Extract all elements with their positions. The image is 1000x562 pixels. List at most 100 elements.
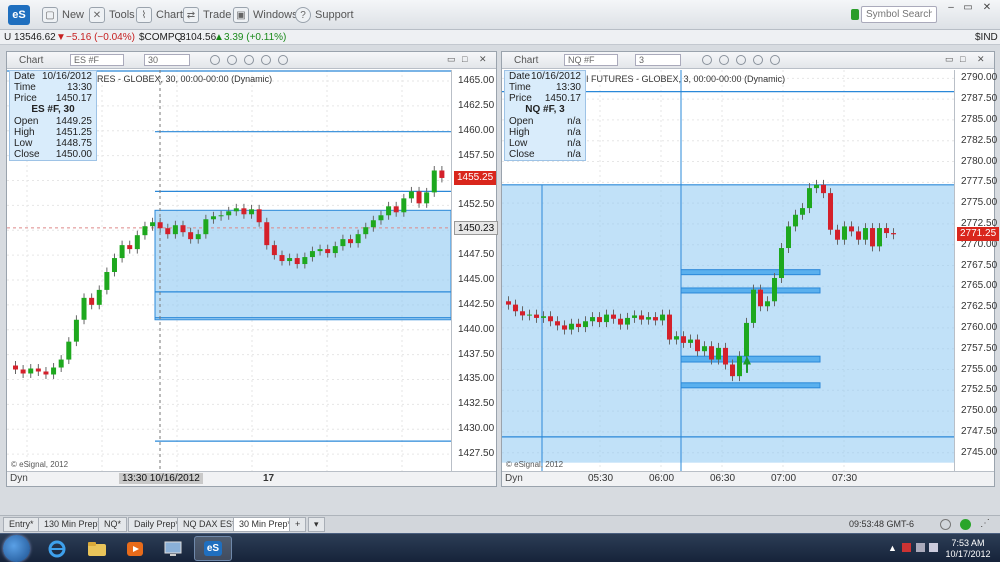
time-tick-label: 05:30: [588, 473, 614, 484]
last-price-label: 2771.25: [957, 227, 1000, 242]
maximize-chart-icon[interactable]: □: [960, 54, 965, 64]
candlestick: [127, 245, 133, 250]
internet-explorer-icon[interactable]: [38, 536, 76, 561]
zoom-icon[interactable]: [261, 55, 271, 65]
candlestick: [241, 208, 247, 215]
zoom-icon[interactable]: [753, 55, 763, 65]
price-tick-label: 1447.50: [458, 249, 495, 261]
start-button[interactable]: [3, 535, 30, 562]
network-app-icon[interactable]: [154, 536, 192, 561]
settings-icon[interactable]: [940, 519, 951, 530]
candlestick: [35, 368, 41, 372]
price-tick-label: 1435.00: [458, 373, 495, 385]
file-explorer-icon[interactable]: [78, 536, 116, 561]
price-tick-label: 2757.50: [961, 342, 998, 354]
pencil-icon[interactable]: [702, 55, 712, 65]
left-symbol-field[interactable]: ES #F: [70, 54, 124, 66]
link-icon[interactable]: [770, 55, 780, 65]
left-interval-field[interactable]: 30: [144, 54, 190, 66]
price-tick-label: 2775.00: [961, 197, 998, 209]
support-button[interactable]: ? Support: [295, 6, 354, 24]
left-dyn-label[interactable]: Dyn: [10, 473, 28, 484]
tray-flag-icon[interactable]: [902, 543, 911, 552]
right-symbol-field[interactable]: NQ #F: [564, 54, 618, 66]
close-chart-icon[interactable]: ✕: [977, 54, 985, 65]
crosshair-icon[interactable]: [736, 55, 746, 65]
tab-nq-dax-es[interactable]: NQ DAX ES*: [177, 517, 242, 532]
candlestick: [104, 271, 110, 290]
candlestick: [89, 297, 95, 305]
candlestick: [317, 249, 323, 252]
candlestick: [13, 365, 18, 370]
chart-button[interactable]: ⌇ Chart: [136, 6, 183, 24]
right-dyn-label[interactable]: Dyn: [505, 473, 523, 484]
cursor-icon[interactable]: [719, 55, 729, 65]
candlestick: [786, 226, 791, 249]
restore-icon[interactable]: ▭: [945, 54, 954, 65]
close-button[interactable]: ✕: [980, 2, 994, 14]
media-player-icon[interactable]: [116, 536, 154, 561]
right-price-axis[interactable]: 2790.00 2787.50 2785.00 2782.50 2780.00 2777.…: [954, 70, 1000, 471]
tab-130-min-prep[interactable]: 130 Min Prep*: [38, 517, 108, 532]
minimize-button[interactable]: –: [944, 2, 958, 14]
close-chart-icon[interactable]: ✕: [479, 54, 487, 65]
windows-taskbar: eS ▲ 7:53 AM 10/17/2012: [0, 533, 1000, 562]
candlestick: [20, 369, 26, 374]
esignal-logo[interactable]: eS: [8, 5, 30, 25]
candlestick: [541, 316, 546, 318]
system-clock[interactable]: 7:53 AM 10/17/2012: [940, 538, 996, 560]
tools-button[interactable]: ✕ Tools: [89, 6, 135, 24]
tab-entry[interactable]: Entry*: [3, 517, 40, 532]
candlestick: [264, 222, 270, 246]
windows-button[interactable]: ▣ Windows: [233, 6, 298, 24]
ticker-prefix: U: [4, 32, 12, 43]
candlestick: [611, 314, 616, 319]
price-tick-label: 2765.00: [961, 280, 998, 292]
symbol-search-input[interactable]: [861, 6, 937, 23]
left-price-axis[interactable]: 1465.001462.501460.001457.501455.001452.…: [451, 70, 499, 471]
crosshair-icon[interactable]: [244, 55, 254, 65]
candlestick: [134, 235, 140, 250]
price-tick-label: 1465.00: [458, 74, 495, 86]
tab-nq[interactable]: NQ*: [98, 517, 128, 532]
candlestick: [378, 215, 384, 221]
trade-button[interactable]: ⇄ Trade: [183, 6, 231, 24]
price-tick-label: 1452.50: [458, 199, 495, 211]
add-tab-icon[interactable]: +: [289, 517, 307, 532]
tab-30-min-prep[interactable]: 30 Min Prep*: [233, 517, 298, 532]
tray-volume-icon[interactable]: [929, 543, 938, 552]
ticker-symbol[interactable]: $COMPQ: [139, 32, 182, 43]
tray-expand-icon[interactable]: ▲: [888, 543, 897, 553]
new-button[interactable]: ▢ New: [42, 6, 84, 24]
restore-icon[interactable]: ▭: [447, 54, 456, 65]
trade-icon: ⇄: [183, 7, 199, 23]
price-tick-label: 2762.50: [961, 301, 998, 313]
candlestick: [674, 336, 679, 340]
price-tick-label: 2747.50: [961, 425, 998, 437]
left-copyright: © eSignal, 2012: [11, 460, 69, 469]
candlestick: [111, 258, 117, 272]
candlestick: [765, 301, 770, 307]
right-interval-field[interactable]: 3: [635, 54, 681, 66]
tray-network-icon[interactable]: [916, 543, 925, 552]
maximize-button[interactable]: ▭: [961, 2, 975, 14]
tab-menu-chevron-icon[interactable]: ▾: [308, 517, 325, 532]
cursor-icon[interactable]: [227, 55, 237, 65]
ticker-right-symbol[interactable]: $IND: [975, 32, 998, 43]
candlestick: [218, 215, 224, 217]
right-data-window: Date 10/16/2012 Time 13:30 Price 1450.17 NQ…: [504, 70, 586, 161]
candlestick: [28, 368, 34, 374]
pencil-icon[interactable]: [210, 55, 220, 65]
candlestick: [416, 191, 422, 204]
maximize-chart-icon[interactable]: □: [462, 54, 467, 64]
candlestick: [188, 232, 194, 240]
time-tick-label: 06:30: [710, 473, 736, 484]
candlestick: [842, 226, 847, 240]
esignal-taskbar-icon[interactable]: eS: [194, 536, 232, 561]
candlestick: [625, 317, 630, 325]
candlestick: [807, 188, 812, 209]
candlestick: [58, 359, 64, 368]
price-tick-label: 1462.50: [458, 99, 495, 111]
link-icon[interactable]: [278, 55, 288, 65]
candlestick: [43, 371, 49, 375]
